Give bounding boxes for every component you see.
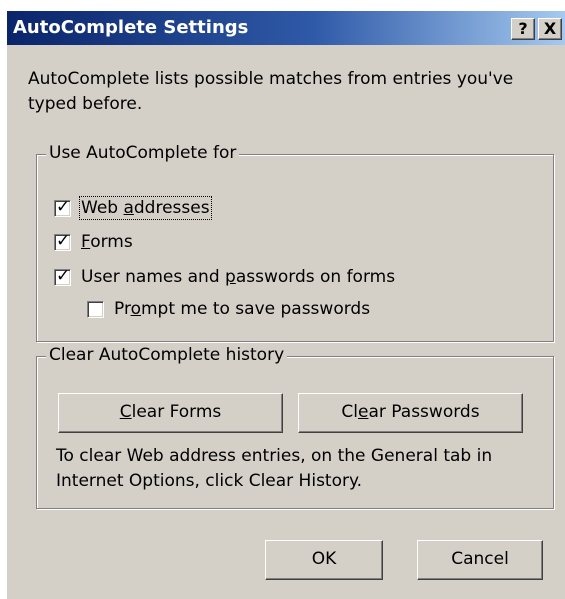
cancel-button[interactable]: Cancel [417,540,543,580]
window-title: AutoComplete Settings [13,17,249,38]
clear-history-group: Clear AutoComplete history Clear Forms C… [36,345,554,509]
autocomplete-settings-dialog: AutoComplete Settings ? X AutoComplete l… [6,10,565,599]
checkbox-label: Web addresses [79,196,212,220]
ok-button[interactable]: OK [265,540,383,580]
intro-text: AutoComplete lists possible matches from… [28,69,514,114]
checkbox-web-addresses[interactable]: ✓ Web addresses [54,196,212,222]
checkbox-forms[interactable]: ✓ Forms [54,230,133,256]
checkbox-prompt-save-passwords[interactable]: Prompt me to save passwords [87,299,370,323]
checkbox-box[interactable]: ✓ [54,196,71,217]
checkbox-box[interactable] [87,300,104,318]
checkbox-label: Forms [81,232,133,252]
clear-history-legend: Clear AutoComplete history [46,345,288,365]
checkbox-box[interactable]: ✓ [54,230,71,251]
clear-forms-button[interactable]: Clear Forms [58,393,283,433]
close-button[interactable]: X [538,18,562,40]
checkbox-box[interactable]: ✓ [54,265,71,286]
clear-passwords-button[interactable]: Clear Passwords [298,393,523,433]
use-autocomplete-legend: Use AutoComplete for [46,143,240,163]
checkbox-label: User names and passwords on forms [81,267,396,287]
clear-history-info-text: To clear Web address entries, on the Gen… [56,446,493,491]
use-autocomplete-group: Use AutoComplete for ✓ Web addresses ✓ For… [36,143,554,342]
checkbox-usernames-passwords[interactable]: ✓ User names and passwords on forms [54,265,396,291]
checkmark-icon: ✓ [56,196,71,217]
checkmark-icon: ✓ [56,230,71,251]
help-button[interactable]: ? [511,18,535,40]
title-bar[interactable]: AutoComplete Settings ? X [7,11,565,45]
checkbox-label: Prompt me to save passwords [114,299,371,319]
checkmark-icon: ✓ [56,265,71,286]
